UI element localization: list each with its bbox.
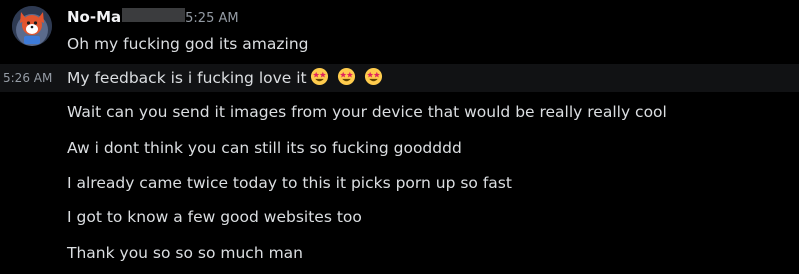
message-group: No-Ma 5:25 AM Oh my fucking god its amaz… <box>0 0 799 274</box>
message-text: Oh my fucking god its amazing <box>67 35 309 53</box>
redaction-bar <box>122 8 186 22</box>
star-struck-emoji-icon[interactable] <box>310 67 329 86</box>
hover-timestamp[interactable]: 5:26 AM <box>3 70 52 86</box>
user-avatar[interactable] <box>12 6 52 46</box>
message-text: I got to know a few good websites too <box>67 208 362 226</box>
star-struck-emoji-icon[interactable] <box>364 67 383 86</box>
star-struck-emoji-icon[interactable] <box>337 67 356 86</box>
message-text: Aw i dont think you can still its so fuc… <box>67 139 462 157</box>
message-header: No-Ma 5:25 AM <box>67 8 239 28</box>
username[interactable]: No-Ma <box>67 8 121 26</box>
message-text-content: My feedback is i fucking love it <box>67 69 307 87</box>
message-text: I already came twice today to this it pi… <box>67 174 512 192</box>
fox-avatar-icon <box>12 6 52 46</box>
message-text: Wait can you send it images from your de… <box>67 103 667 121</box>
message-text: My feedback is i fucking love it <box>67 67 383 88</box>
message-text: Thank you so so so much man <box>67 244 303 262</box>
message-timestamp[interactable]: 5:25 AM <box>185 11 238 26</box>
